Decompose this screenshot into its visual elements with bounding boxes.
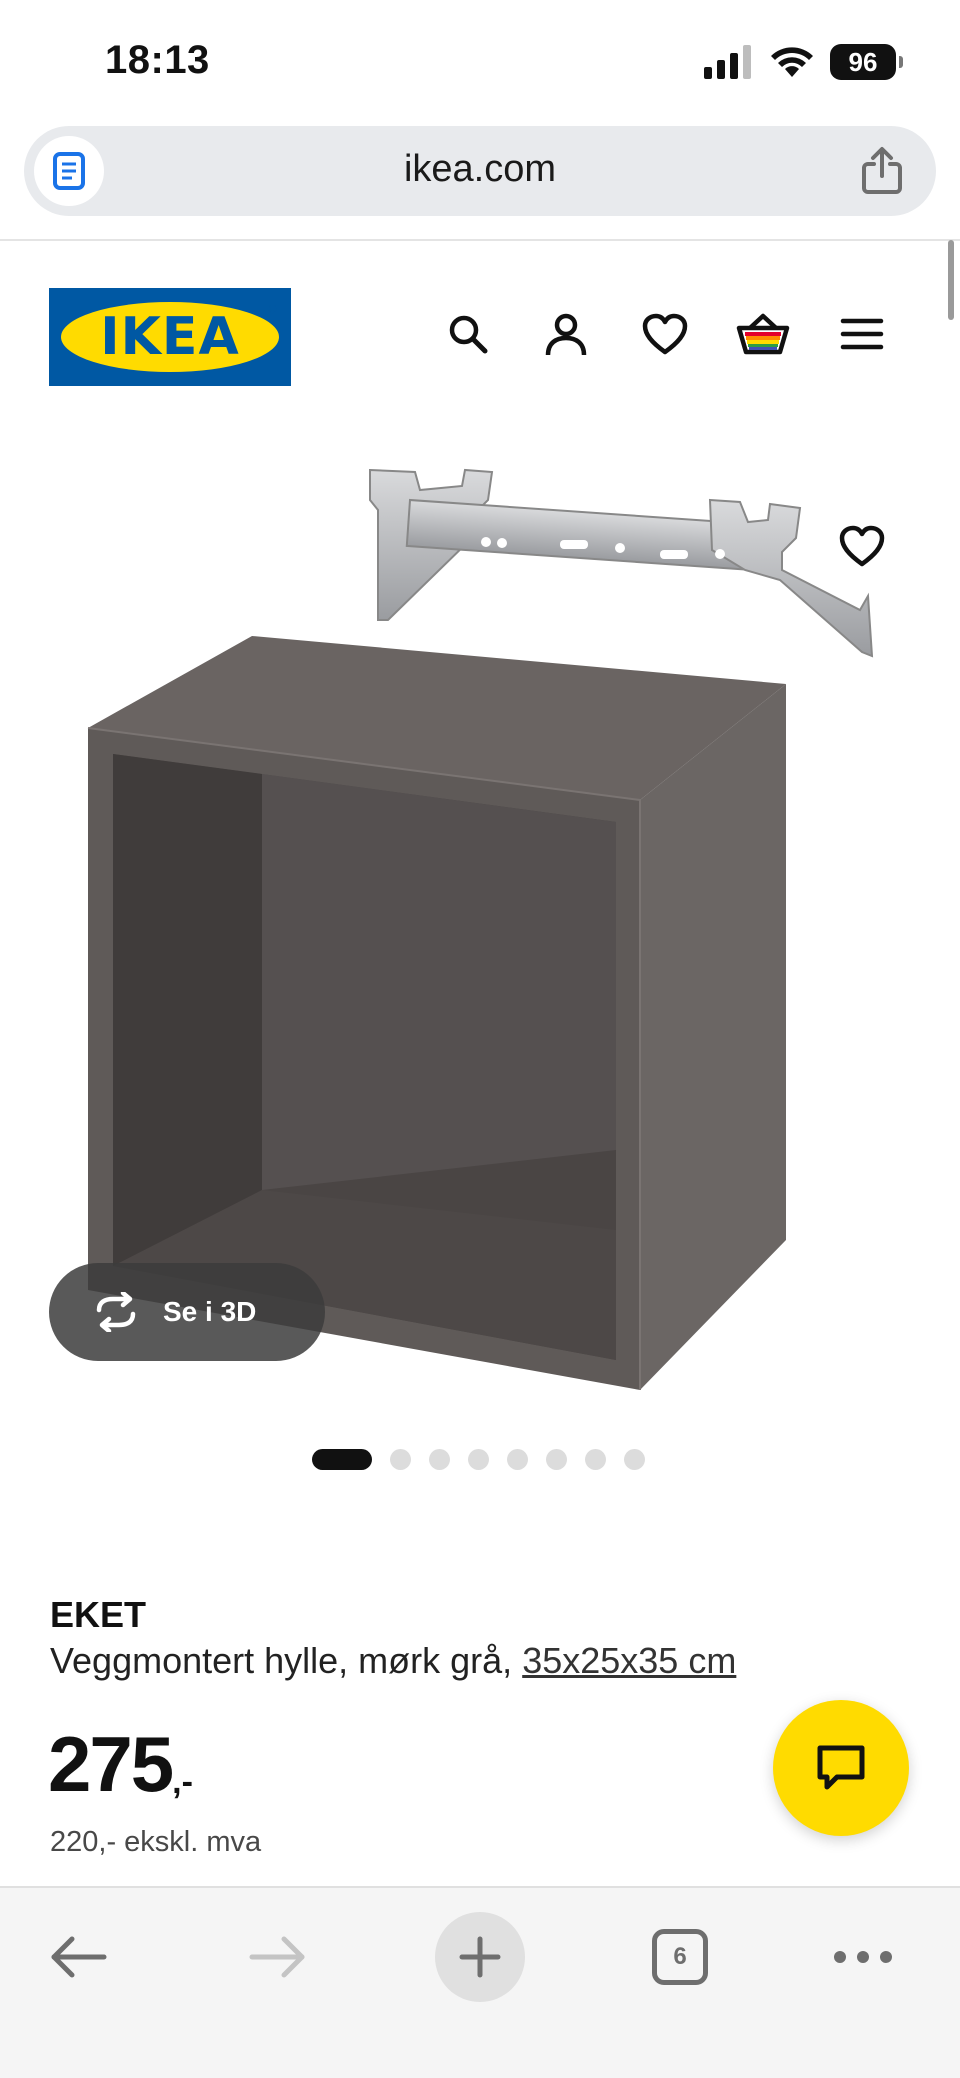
arrow-right-icon [249,1936,305,1978]
wall-bracket-image [369,468,874,658]
forward-button[interactable] [233,1912,323,2002]
gallery-dot[interactable] [624,1449,645,1470]
heart-icon [642,313,688,355]
gallery-dot[interactable] [390,1449,411,1470]
view-3d-label: Se i 3D [163,1296,257,1327]
chat-button[interactable] [773,1700,909,1836]
menu-button[interactable] [832,304,892,364]
status-bar: 18:13 96 [0,0,960,120]
gallery-dot[interactable] [585,1449,606,1470]
share-icon [862,147,902,194]
cart-button[interactable] [733,304,793,364]
tab-count: 6 [652,1929,708,1985]
view-3d-button[interactable]: Se i 3D [49,1263,325,1361]
heart-icon [839,525,885,567]
scroll-indicator [948,240,954,320]
price-excl-vat: 220,- ekskl. mva [50,1826,262,1858]
wishlist-button[interactable] [635,304,695,364]
user-icon [545,313,587,356]
account-button[interactable] [536,304,596,364]
product-description: Veggmontert hylle, mørk grå, 35x25x35 cm [50,1640,736,1682]
url-text[interactable]: ikea.com [24,148,936,191]
product-price: 275 ,- [48,1724,193,1804]
add-to-wishlist-button[interactable] [830,514,894,578]
search-icon [449,315,488,354]
status-icons: 96 [704,44,903,80]
status-time: 18:13 [105,38,210,82]
registered-mark: ® [268,302,277,316]
chat-bubble-icon [817,1745,865,1790]
address-bar[interactable]: ikea.com [24,126,936,216]
price-amount: 275 [48,1720,174,1808]
plus-icon [459,1936,501,1978]
browser-divider [0,239,960,241]
rotate-3d-icon [96,1292,136,1332]
battery-indicator: 96 [830,44,903,80]
more-dots-icon [834,1951,892,1963]
shopping-basket-icon [736,313,790,355]
hamburger-menu-icon [840,318,884,350]
product-description-text: Veggmontert hylle, mørk grå, [50,1640,513,1681]
logo-text: IKEA [100,307,240,367]
price-suffix: ,- [172,1763,193,1801]
gallery-dot[interactable] [546,1449,567,1470]
gallery-dot[interactable] [429,1449,450,1470]
back-button[interactable] [33,1912,123,2002]
gallery-pagination[interactable] [312,1449,645,1470]
share-button[interactable] [856,144,908,198]
product-name: EKET [50,1594,147,1635]
search-button[interactable] [438,304,498,364]
ikea-logo[interactable]: IKEA ® [49,288,291,386]
product-size-link[interactable]: 35x25x35 cm [522,1640,736,1681]
gallery-dot-active[interactable] [312,1449,372,1470]
cellular-signal-icon [704,45,751,79]
more-menu-button[interactable] [818,1912,908,2002]
arrow-left-icon [51,1936,107,1978]
gallery-dot[interactable] [468,1449,489,1470]
gallery-dot[interactable] [507,1449,528,1470]
browser-toolbar: 6 [0,1886,960,2078]
new-tab-button[interactable] [435,1912,525,2002]
wifi-icon [771,47,813,77]
tabs-button[interactable]: 6 [635,1912,725,2002]
